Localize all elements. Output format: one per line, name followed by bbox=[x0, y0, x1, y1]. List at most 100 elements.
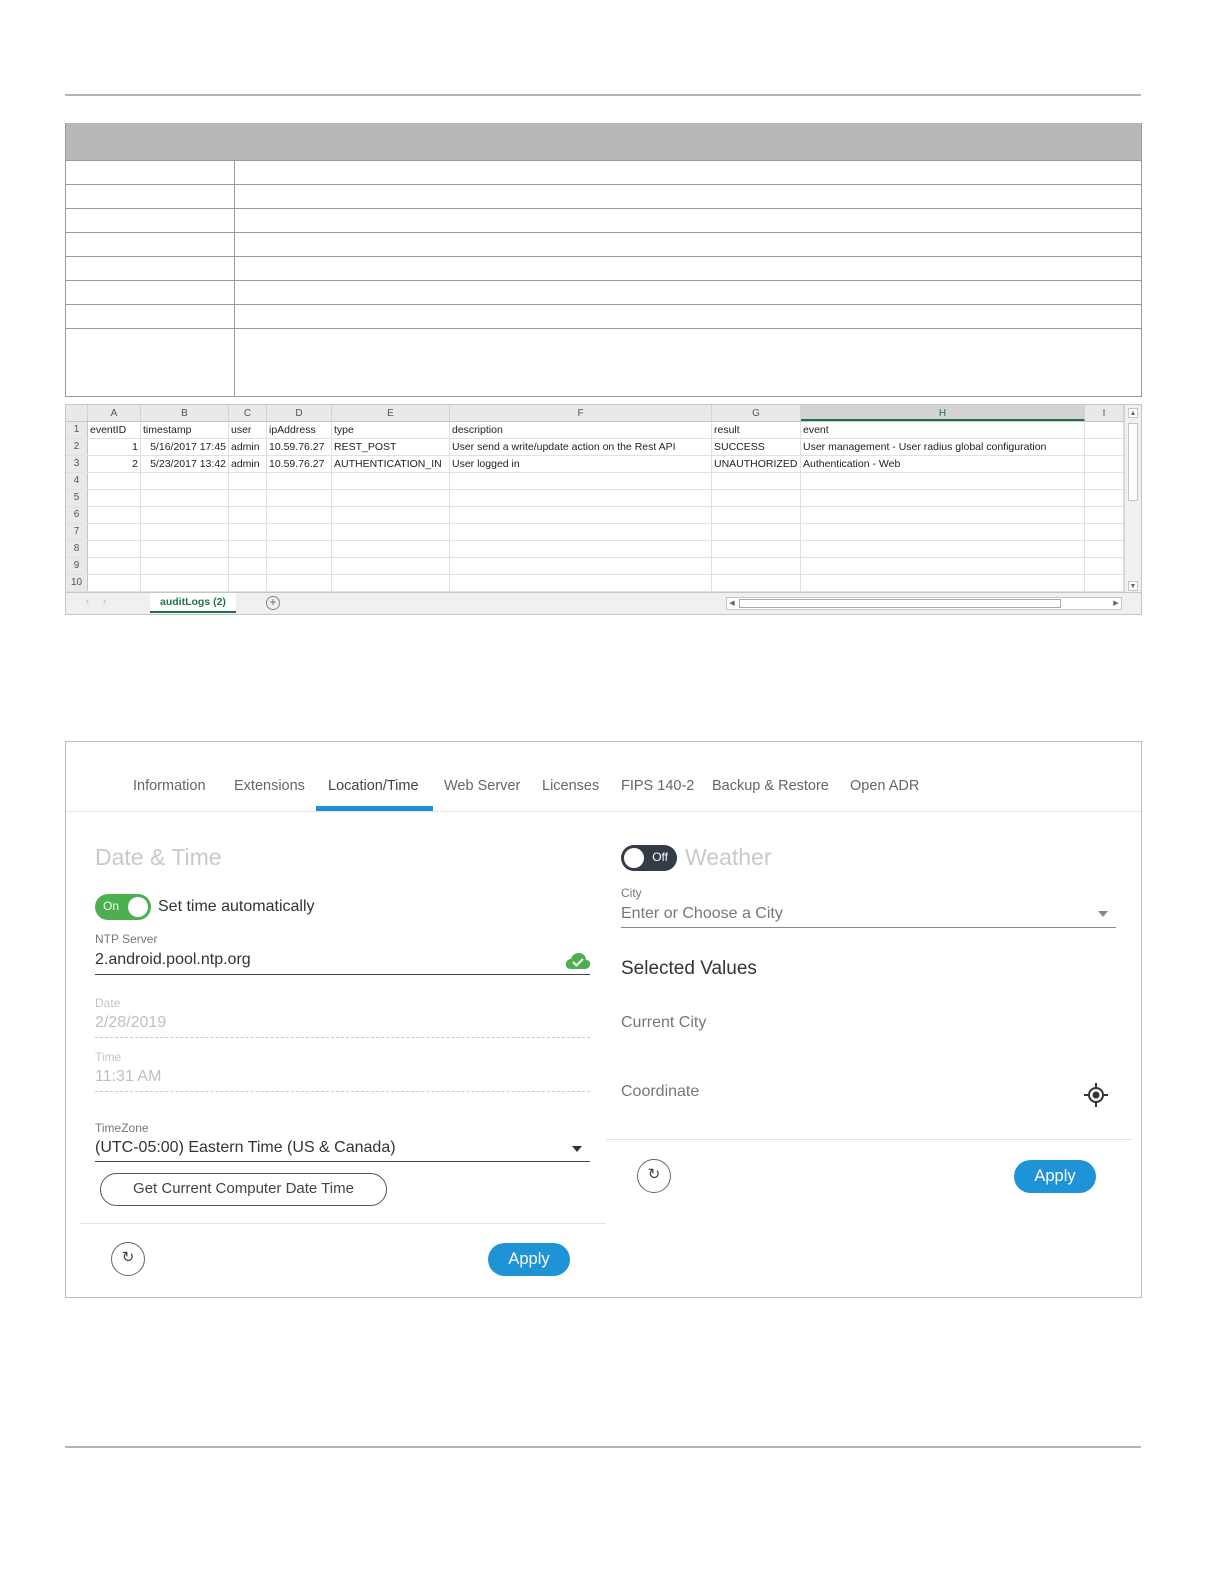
coordinate-label: Coordinate bbox=[621, 1083, 700, 1100]
row-number[interactable]: 4 bbox=[66, 473, 88, 489]
cell[interactable] bbox=[1085, 422, 1124, 438]
selected-values-title: Selected Values bbox=[621, 958, 757, 979]
scroll-down-icon[interactable]: ▼ bbox=[1128, 581, 1138, 591]
ntp-server-input[interactable]: 2.android.pool.ntp.org bbox=[95, 951, 251, 969]
column-header[interactable]: B bbox=[141, 405, 229, 421]
tab-fips[interactable]: FIPS 140-2 bbox=[621, 778, 694, 812]
tab-open-adr[interactable]: Open ADR bbox=[850, 778, 919, 812]
cell[interactable]: admin bbox=[229, 456, 267, 472]
chevron-down-icon[interactable] bbox=[1098, 911, 1108, 917]
cell[interactable]: eventID bbox=[88, 422, 141, 438]
tab-web-server[interactable]: Web Server bbox=[444, 778, 520, 812]
tab-backup-restore[interactable]: Backup & Restore bbox=[712, 778, 829, 812]
cell[interactable]: AUTHENTICATION_IN bbox=[332, 456, 450, 472]
timezone-select[interactable]: (UTC-05:00) Eastern Time (US & Canada) bbox=[95, 1139, 396, 1157]
cell[interactable] bbox=[1085, 456, 1124, 472]
current-city-label: Current City bbox=[621, 1014, 707, 1031]
cell[interactable]: user bbox=[229, 422, 267, 438]
column-header[interactable]: I bbox=[1085, 405, 1124, 421]
vertical-scrollbar[interactable]: ▲ ▼ bbox=[1124, 405, 1141, 595]
cell[interactable]: 5/16/2017 17:45 bbox=[141, 439, 229, 455]
cell[interactable] bbox=[1085, 439, 1124, 455]
cell[interactable]: 1 bbox=[88, 439, 141, 455]
column-header[interactable]: D bbox=[267, 405, 332, 421]
apply-date-time-button[interactable]: Apply bbox=[488, 1243, 570, 1276]
cell[interactable]: event bbox=[801, 422, 1085, 438]
table-row: 7 bbox=[66, 524, 1124, 541]
cell[interactable]: UNAUTHORIZED bbox=[712, 456, 801, 472]
cell[interactable]: SUCCESS bbox=[712, 439, 801, 455]
table-row: 2 1 5/16/2017 17:45 admin 10.59.76.27 RE… bbox=[66, 439, 1124, 456]
auto-time-label: Set time automatically bbox=[158, 898, 315, 915]
refresh-date-time-button[interactable]: ↻ bbox=[111, 1242, 145, 1276]
date-input[interactable]: 2/28/2019 bbox=[95, 1014, 166, 1032]
row-number[interactable]: 10 bbox=[66, 575, 88, 591]
top-rule bbox=[65, 94, 1141, 96]
row-number[interactable]: 3 bbox=[66, 456, 88, 472]
locate-icon[interactable] bbox=[1084, 1083, 1108, 1112]
cell[interactable]: User management - User radius global con… bbox=[801, 439, 1085, 455]
cell[interactable]: admin bbox=[229, 439, 267, 455]
add-sheet-icon[interactable]: + bbox=[266, 596, 280, 610]
row-number[interactable]: 8 bbox=[66, 541, 88, 557]
cell[interactable]: type bbox=[332, 422, 450, 438]
cell[interactable]: timestamp bbox=[141, 422, 229, 438]
cell[interactable]: 10.59.76.27 bbox=[267, 439, 332, 455]
timezone-label: TimeZone bbox=[95, 1121, 149, 1135]
table-row bbox=[66, 328, 1141, 396]
cell[interactable]: 2 bbox=[88, 456, 141, 472]
cell[interactable]: description bbox=[450, 422, 712, 438]
refresh-icon: ↻ bbox=[121, 1249, 135, 1266]
column-header[interactable]: G bbox=[712, 405, 801, 421]
refresh-weather-button[interactable]: ↻ bbox=[637, 1159, 671, 1193]
tab-information[interactable]: Information bbox=[133, 778, 206, 812]
horizontal-scrollbar[interactable]: ◀ ▶ bbox=[726, 597, 1122, 610]
scroll-right-icon[interactable]: ▶ bbox=[1111, 598, 1121, 609]
cell[interactable]: User send a write/update action on the R… bbox=[450, 439, 712, 455]
table-row: 10 bbox=[66, 575, 1124, 592]
column-header[interactable]: A bbox=[88, 405, 141, 421]
sheet-tab-auditlogs[interactable]: auditLogs (2) bbox=[150, 593, 236, 613]
column-header[interactable]: F bbox=[450, 405, 712, 421]
row-number[interactable]: 9 bbox=[66, 558, 88, 574]
cell[interactable]: 10.59.76.27 bbox=[267, 456, 332, 472]
table-row: 8 bbox=[66, 541, 1124, 558]
weather-separator bbox=[606, 1139, 1132, 1140]
tab-licenses[interactable]: Licenses bbox=[542, 778, 599, 812]
auto-time-toggle[interactable]: On bbox=[95, 894, 151, 920]
cell[interactable]: Authentication - Web bbox=[801, 456, 1085, 472]
scroll-left-icon[interactable]: ◀ bbox=[727, 598, 737, 609]
sheet-nav-arrows-icon[interactable]: ‹› bbox=[86, 596, 120, 606]
cell[interactable]: result bbox=[712, 422, 801, 438]
select-all-corner[interactable] bbox=[66, 405, 88, 421]
weather-toggle[interactable]: Off bbox=[621, 845, 677, 871]
scroll-thumb[interactable] bbox=[1128, 423, 1138, 501]
cloud-check-icon bbox=[565, 952, 591, 975]
get-current-time-button[interactable]: Get Current Computer Date Time bbox=[100, 1173, 387, 1206]
time-input[interactable]: 11:31 AM bbox=[95, 1068, 161, 1086]
column-header-selected[interactable]: H bbox=[801, 405, 1085, 421]
column-header[interactable]: C bbox=[229, 405, 267, 421]
city-underline bbox=[621, 927, 1116, 928]
toggle-knob bbox=[128, 897, 148, 917]
scroll-up-icon[interactable]: ▲ bbox=[1128, 408, 1138, 418]
row-number[interactable]: 1 bbox=[66, 422, 88, 438]
column-header[interactable]: E bbox=[332, 405, 450, 421]
row-number[interactable]: 7 bbox=[66, 524, 88, 540]
ntp-server-label: NTP Server bbox=[95, 932, 158, 946]
table-row bbox=[66, 184, 1141, 208]
cell[interactable]: 5/23/2017 13:42 bbox=[141, 456, 229, 472]
apply-weather-button[interactable]: Apply bbox=[1014, 1160, 1096, 1193]
weather-title: Weather bbox=[685, 844, 772, 870]
row-number[interactable]: 2 bbox=[66, 439, 88, 455]
cell[interactable]: User logged in bbox=[450, 456, 712, 472]
tab-extensions[interactable]: Extensions bbox=[234, 778, 305, 812]
city-input[interactable]: Enter or Choose a City bbox=[621, 905, 783, 923]
scroll-thumb[interactable] bbox=[739, 599, 1061, 608]
cell[interactable]: REST_POST bbox=[332, 439, 450, 455]
cell[interactable]: ipAddress bbox=[267, 422, 332, 438]
chevron-down-icon[interactable] bbox=[572, 1146, 582, 1152]
row-number[interactable]: 5 bbox=[66, 490, 88, 506]
row-number[interactable]: 6 bbox=[66, 507, 88, 523]
toggle-state-label: On bbox=[103, 899, 120, 913]
